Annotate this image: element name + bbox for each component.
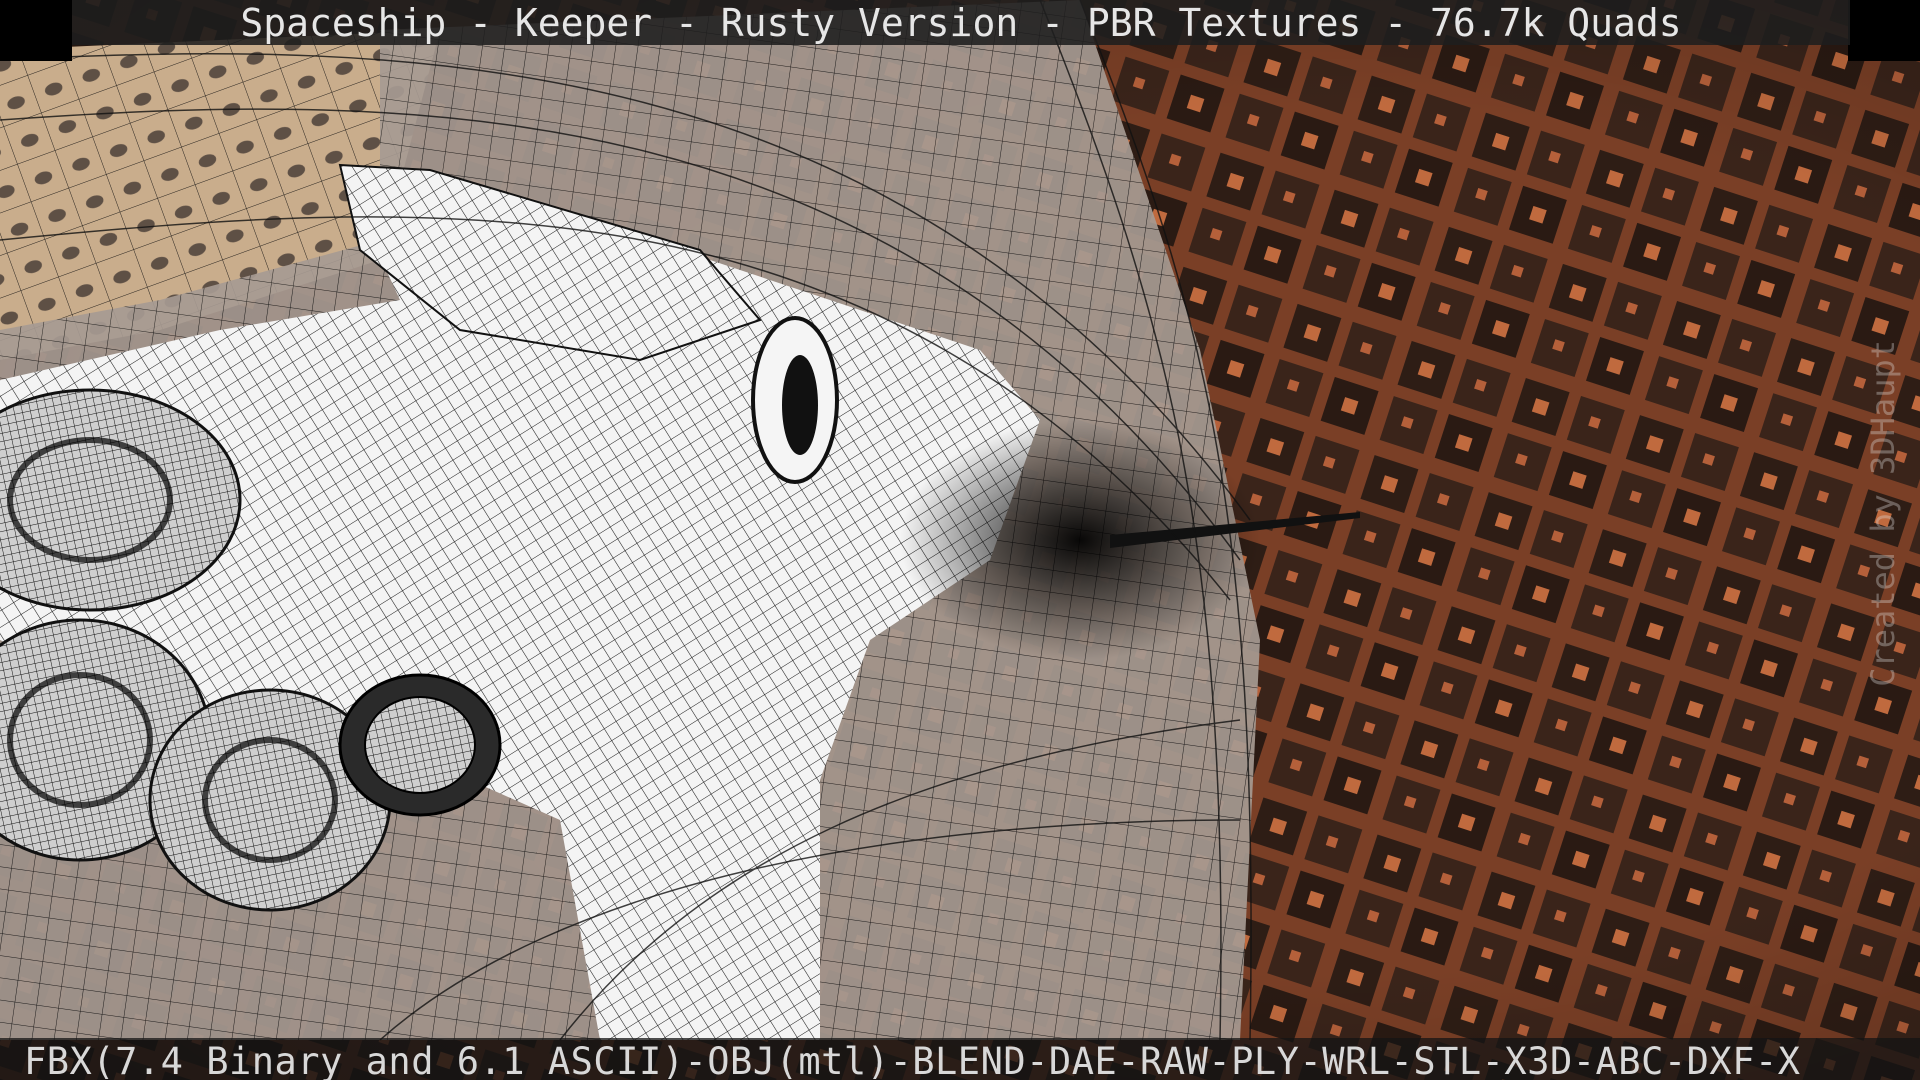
render-scene xyxy=(0,0,1920,1080)
corner-block-left xyxy=(0,0,72,61)
watermark-credit: Created by 3DHaupt xyxy=(1864,340,1902,687)
title-banner: Spaceship - Keeper - Rusty Version - PBR… xyxy=(72,0,1850,45)
page-title: Spaceship - Keeper - Rusty Version - PBR… xyxy=(240,0,1682,45)
format-list: FBX(7.4 Binary and 6.1 ASCII)-OBJ(mtl)-B… xyxy=(24,1040,1801,1080)
format-banner: FBX(7.4 Binary and 6.1 ASCII)-OBJ(mtl)-B… xyxy=(0,1038,1920,1080)
corner-block-right xyxy=(1848,0,1920,61)
sensor-eye xyxy=(751,316,839,484)
render-viewport: Spaceship - Keeper - Rusty Version - PBR… xyxy=(0,0,1920,1080)
